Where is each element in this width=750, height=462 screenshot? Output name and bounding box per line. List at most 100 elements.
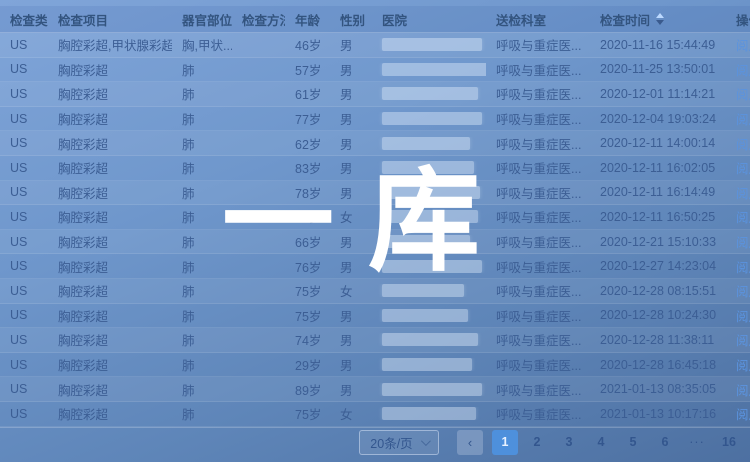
cell-department: 呼吸与重症医... [486, 380, 590, 399]
column-header-time[interactable]: 检查时间 [590, 10, 726, 29]
sort-carets-icon[interactable] [656, 13, 664, 25]
cell-time: 2020-12-11 16:50:25 [590, 210, 726, 224]
cell-hospital [372, 112, 486, 125]
table-row[interactable]: US胸腔彩超肺29岁男呼吸与重症医...2020-12-28 16:45:18阅… [0, 353, 750, 378]
cell-action: 阅片 [726, 404, 750, 423]
table-row[interactable]: US胸腔彩超肺75岁女呼吸与重症医...2021-01-13 10:17:16阅… [0, 402, 750, 427]
cell-item: 胸腔彩超 [48, 257, 172, 276]
table-row[interactable]: US胸腔彩超肺74岁男呼吸与重症医...2020-12-28 11:38:11阅… [0, 328, 750, 353]
view-images-link[interactable]: 阅片 [736, 88, 750, 102]
cell-hospital [372, 407, 486, 420]
cell-item: 胸腔彩超 [48, 404, 172, 423]
cell-hospital [372, 210, 486, 223]
cell-hospital [372, 161, 486, 174]
page-button-6[interactable]: 6 [652, 430, 678, 455]
page-button-16[interactable]: 16 [716, 430, 742, 455]
table-row[interactable]: US胸腔彩超肺66岁男呼吸与重症医...2020-12-21 15:10:33阅… [0, 230, 750, 255]
view-images-link[interactable]: 阅片 [736, 285, 750, 299]
table-row[interactable]: US胸腔彩超肺89岁男呼吸与重症医...2021-01-13 08:35:05阅… [0, 377, 750, 402]
cell-department: 呼吸与重症医... [486, 183, 590, 202]
table-row[interactable]: US胸腔彩超,甲状腺彩超胸,甲状...46岁男呼吸与重症医...2020-11-… [0, 33, 750, 58]
prev-page-button[interactable]: ‹ [457, 430, 483, 455]
cell-item: 胸腔彩超 [48, 158, 172, 177]
hospital-redaction-block [382, 38, 482, 51]
page-button-1[interactable]: 1 [492, 430, 518, 455]
view-images-link[interactable]: 阅片 [736, 261, 750, 275]
cell-age: 75岁 [285, 281, 330, 300]
cell-organ: 肺 [172, 330, 232, 349]
table-row[interactable]: US胸腔彩超肺75岁男呼吸与重症医...2020-12-28 10:24:30阅… [0, 304, 750, 329]
cell-gender: 女 [330, 281, 372, 300]
cell-hospital [372, 358, 486, 371]
column-header-label: 年龄 [295, 10, 320, 29]
view-images-link[interactable]: 阅片 [736, 384, 750, 398]
view-images-link[interactable]: 阅片 [736, 113, 750, 127]
cell-time: 2020-12-11 16:14:49 [590, 185, 726, 199]
sort-asc-icon[interactable] [656, 13, 664, 18]
view-images-link[interactable]: 阅片 [736, 64, 750, 78]
table-header-row: 检查类型检查项目器官部位检查方法年龄性别医院送检科室检查时间操作 [0, 6, 750, 33]
view-images-link[interactable]: 阅片 [736, 236, 750, 250]
hospital-redaction-block [382, 383, 482, 396]
cell-type: US [0, 407, 48, 421]
cell-organ: 肺 [172, 281, 232, 300]
cell-age: 77岁 [285, 109, 330, 128]
table-row[interactable]: US胸腔彩超肺83岁男呼吸与重症医...2020-12-11 16:02:05阅… [0, 156, 750, 181]
page-button-5[interactable]: 5 [620, 430, 646, 455]
page-size-select[interactable]: 20条/页 [359, 430, 439, 455]
hospital-redaction-block [382, 358, 472, 371]
page-button-3[interactable]: 3 [556, 430, 582, 455]
page-button-2[interactable]: 2 [524, 430, 550, 455]
cell-age: 57岁 [285, 60, 330, 79]
page-size-label: 20条/页 [370, 433, 412, 452]
cell-item: 胸腔彩超 [48, 232, 172, 251]
column-header-label: 检查项目 [58, 10, 108, 29]
cell-item: 胸腔彩超 [48, 306, 172, 325]
cell-action: 阅片 [726, 306, 750, 325]
cell-hospital [372, 137, 486, 150]
table-row[interactable]: US胸腔彩超肺75岁女呼吸与重症医...2020-12-28 08:15:51阅… [0, 279, 750, 304]
cell-action: 阅片 [726, 380, 750, 399]
table-row[interactable]: US胸腔彩超肺78岁男呼吸与重症医...2020-12-11 16:14:49阅… [0, 181, 750, 206]
hospital-redaction-block [382, 260, 482, 273]
cell-time: 2021-01-13 10:17:16 [590, 407, 726, 421]
view-images-link[interactable]: 阅片 [736, 39, 750, 53]
cell-gender: 男 [330, 330, 372, 349]
cell-time: 2020-12-28 16:45:18 [590, 358, 726, 372]
cell-organ: 肺 [172, 158, 232, 177]
view-images-link[interactable]: 阅片 [736, 138, 750, 152]
page-button-4[interactable]: 4 [588, 430, 614, 455]
view-images-link[interactable]: 阅片 [736, 162, 750, 176]
cell-item: 胸腔彩超 [48, 60, 172, 79]
table-row[interactable]: US胸腔彩超肺57岁男呼吸与重症医...2020-11-25 13:50:01阅… [0, 58, 750, 83]
sort-desc-icon[interactable] [656, 20, 664, 25]
hospital-redaction-block [382, 112, 482, 125]
view-images-link[interactable]: 阅片 [736, 211, 750, 225]
table-row[interactable]: US胸腔彩超肺61岁男呼吸与重症医...2020-12-01 11:14:21阅… [0, 82, 750, 107]
table-row[interactable]: US胸腔彩超肺77岁男呼吸与重症医...2020-12-04 19:03:24阅… [0, 107, 750, 132]
table-row[interactable]: US胸腔彩超肺76岁男呼吸与重症医...2020-12-27 14:23:04阅… [0, 254, 750, 279]
table-row[interactable]: US胸腔彩超肺62岁男呼吸与重症医...2020-12-11 14:00:14阅… [0, 131, 750, 156]
cell-department: 呼吸与重症医... [486, 158, 590, 177]
view-images-link[interactable]: 阅片 [736, 310, 750, 324]
cell-age: 76岁 [285, 257, 330, 276]
cell-age: 29岁 [285, 355, 330, 374]
view-images-link[interactable]: 阅片 [736, 359, 750, 373]
hospital-redaction-block [382, 137, 470, 150]
table-row[interactable]: US胸腔彩超肺76岁女呼吸与重症医...2020-12-11 16:50:25阅… [0, 205, 750, 230]
cell-action: 阅片 [726, 35, 750, 54]
cell-gender: 女 [330, 404, 372, 423]
view-images-link[interactable]: 阅片 [736, 334, 750, 348]
cell-department: 呼吸与重症医... [486, 404, 590, 423]
cell-age: 46岁 [285, 35, 330, 54]
cell-time: 2020-12-01 11:14:21 [590, 87, 726, 101]
hospital-redaction-block [382, 407, 476, 420]
cell-gender: 男 [330, 84, 372, 103]
view-images-link[interactable]: 阅片 [736, 408, 750, 422]
view-images-link[interactable]: 阅片 [736, 187, 750, 201]
table-body: US胸腔彩超,甲状腺彩超胸,甲状...46岁男呼吸与重症医...2020-11-… [0, 33, 750, 428]
hospital-redaction-block [382, 87, 478, 100]
cell-gender: 男 [330, 355, 372, 374]
cell-time: 2020-12-28 08:15:51 [590, 284, 726, 298]
hospital-redaction-block [382, 235, 470, 248]
